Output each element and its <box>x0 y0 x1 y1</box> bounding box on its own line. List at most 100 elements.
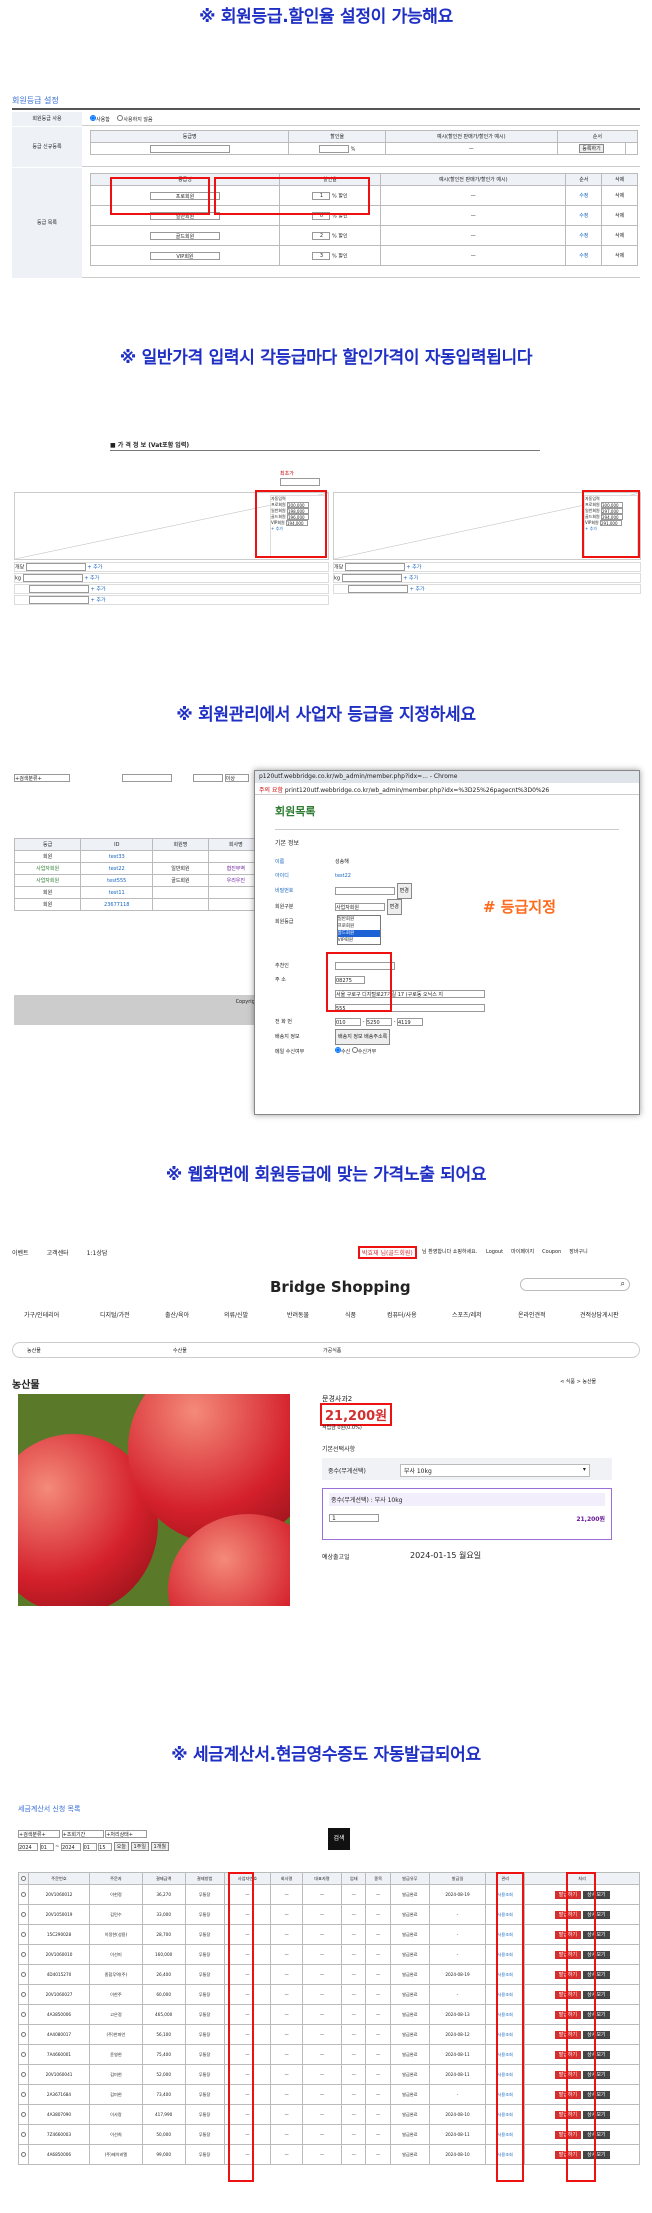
search-category-select[interactable]: +검색분류+ <box>14 774 70 782</box>
category-item[interactable]: 디지털/가전 <box>100 1310 130 1319</box>
row-checkbox[interactable] <box>18 2124 29 2145</box>
row-checkbox[interactable] <box>18 1944 29 1965</box>
add-link[interactable]: + 추가 <box>91 587 106 593</box>
shipping-button[interactable]: 배송지 정보 배송주소록 <box>335 1029 391 1045</box>
grade-option[interactable]: 골드회원 <box>337 930 380 937</box>
option-select[interactable]: 부사 10kg ▾ <box>399 1464 590 1477</box>
date-select[interactable]: 01 <box>82 1842 97 1851</box>
row-checkbox[interactable] <box>18 1964 29 1985</box>
search-icon[interactable]: ⌕ <box>621 1279 625 1289</box>
subcat-item[interactable]: 수산물 <box>173 1347 187 1354</box>
add-link[interactable]: + 추가 <box>84 576 99 582</box>
subcat-item[interactable]: 가공식품 <box>323 1347 341 1354</box>
grade-dropdown[interactable]: 일반회원 프로회원 골드회원 VIP회원 <box>336 915 381 945</box>
today-button[interactable]: 오늘 <box>113 1842 129 1851</box>
date-select[interactable]: 2024 <box>60 1842 81 1851</box>
new-grade-name-input[interactable] <box>149 144 230 153</box>
date-input[interactable] <box>193 774 224 782</box>
option-input[interactable] <box>25 563 86 571</box>
rate-input[interactable]: 3 <box>312 251 331 260</box>
add-link[interactable]: + 추가 <box>87 565 102 571</box>
member-id-link[interactable]: test22 <box>80 862 154 875</box>
grade-option[interactable]: 프로회원 <box>338 923 380 930</box>
quantity-stepper[interactable]: 1 <box>329 1514 379 1522</box>
delete-link[interactable]: 삭제 <box>601 245 638 266</box>
row-checkbox[interactable] <box>18 2044 29 2065</box>
filter-select[interactable]: +조회기간 <box>61 1830 104 1838</box>
row-checkbox[interactable] <box>18 2084 29 2105</box>
category-item[interactable]: 견적상담게시판 <box>580 1310 619 1319</box>
delete-link[interactable]: 삭제 <box>601 205 638 226</box>
phone-input[interactable]: 4119 <box>396 1017 423 1026</box>
option-input[interactable] <box>344 563 405 571</box>
member-type-select[interactable]: 사업자회원 <box>335 902 385 911</box>
member-id-link[interactable]: test555 <box>80 874 154 887</box>
filter-select[interactable]: +처리상태+ <box>105 1830 148 1838</box>
nav-qna[interactable]: 1:1상담 <box>87 1250 108 1257</box>
modify-link[interactable]: 수정 <box>565 205 603 226</box>
row-checkbox[interactable] <box>18 2024 29 2045</box>
modify-link[interactable]: 수정 <box>565 225 603 246</box>
row-checkbox[interactable] <box>18 2064 29 2085</box>
row-checkbox[interactable] <box>18 2144 29 2165</box>
grade-option[interactable]: VIP회원 <box>338 937 380 944</box>
nav-cs[interactable]: 고객센터 <box>47 1250 69 1257</box>
row-checkbox[interactable] <box>18 1884 29 1905</box>
add-link[interactable]: + 추가 <box>410 587 425 593</box>
change-button[interactable]: 변경 <box>396 883 412 899</box>
rate-input[interactable]: 2 <box>312 231 331 240</box>
search-button[interactable]: 검색 <box>328 1828 350 1850</box>
category-item[interactable]: 온라인견적 <box>518 1310 546 1319</box>
site-logo[interactable]: Bridge Shopping <box>270 1278 411 1296</box>
delete-link[interactable]: 삭제 <box>601 185 638 206</box>
mypage-link[interactable]: 마이페이지 <box>511 1249 534 1255</box>
grade-name-input[interactable]: VIP회원 <box>149 251 220 260</box>
category-item[interactable]: 의류/신발 <box>224 1310 248 1319</box>
category-item[interactable]: 스포츠/레저 <box>452 1310 482 1319</box>
week-button[interactable]: 1주일 <box>130 1842 149 1851</box>
member-id-link[interactable]: 23677118 <box>80 898 154 911</box>
month-button[interactable]: 1개월 <box>150 1842 169 1851</box>
date-select[interactable]: 15 <box>98 1842 113 1851</box>
subcat-item[interactable]: 농산물 <box>27 1347 41 1354</box>
add-link[interactable]: + 추가 <box>91 598 106 604</box>
address-bar[interactable]: 주의 요함 print120utf.webbridge.co.kr/wb_adm… <box>255 783 639 795</box>
password-input[interactable] <box>335 886 395 895</box>
modify-link[interactable]: 수정 <box>565 185 603 206</box>
date-select[interactable]: 01 <box>39 1842 54 1851</box>
phone-input[interactable]: 010 <box>335 1017 361 1026</box>
option-input[interactable] <box>22 574 83 582</box>
row-checkbox[interactable] <box>18 2104 29 2125</box>
search-input[interactable]: ⌕ <box>520 1278 630 1291</box>
modify-link[interactable]: 수정 <box>565 245 603 266</box>
row-checkbox[interactable] <box>18 1924 29 1945</box>
category-item[interactable]: 출산/육아 <box>165 1310 189 1319</box>
row-checkbox[interactable] <box>18 2004 29 2025</box>
cart-link[interactable]: 장바구니 <box>569 1249 587 1255</box>
option-input[interactable] <box>29 596 89 604</box>
category-item[interactable]: 반려동물 <box>287 1310 309 1319</box>
option-input[interactable] <box>29 585 89 593</box>
delete-link[interactable]: 삭제 <box>601 225 638 246</box>
add-link[interactable]: + 추가 <box>403 576 418 582</box>
grade-name-input[interactable]: 골드회원 <box>149 231 220 240</box>
range-select[interactable]: 이상 <box>224 774 249 782</box>
search-input[interactable] <box>121 774 172 782</box>
category-item[interactable]: 컴퓨터/사용 <box>387 1310 417 1319</box>
date-select[interactable]: 2024 <box>18 1842 38 1851</box>
member-id-link[interactable]: test11 <box>80 886 154 899</box>
change-button[interactable]: 변경 <box>386 899 402 915</box>
phone-input[interactable]: 5250 <box>365 1017 392 1026</box>
category-item[interactable]: 식품 <box>345 1310 356 1319</box>
register-button[interactable]: 등록하기 <box>579 144 604 153</box>
add-link[interactable]: + 추가 <box>406 565 421 571</box>
option-input[interactable] <box>348 585 408 593</box>
row-checkbox[interactable] <box>18 1904 29 1925</box>
option-input[interactable] <box>341 574 402 582</box>
category-item[interactable]: 가구/인테리어 <box>24 1310 59 1319</box>
member-id-link[interactable]: test33 <box>80 850 154 863</box>
coupon-link[interactable]: Coupon <box>542 1249 561 1255</box>
row-checkbox[interactable] <box>18 1984 29 2005</box>
grade-option[interactable]: 일반회원 <box>338 916 380 923</box>
logout-link[interactable]: Logout <box>486 1249 503 1255</box>
